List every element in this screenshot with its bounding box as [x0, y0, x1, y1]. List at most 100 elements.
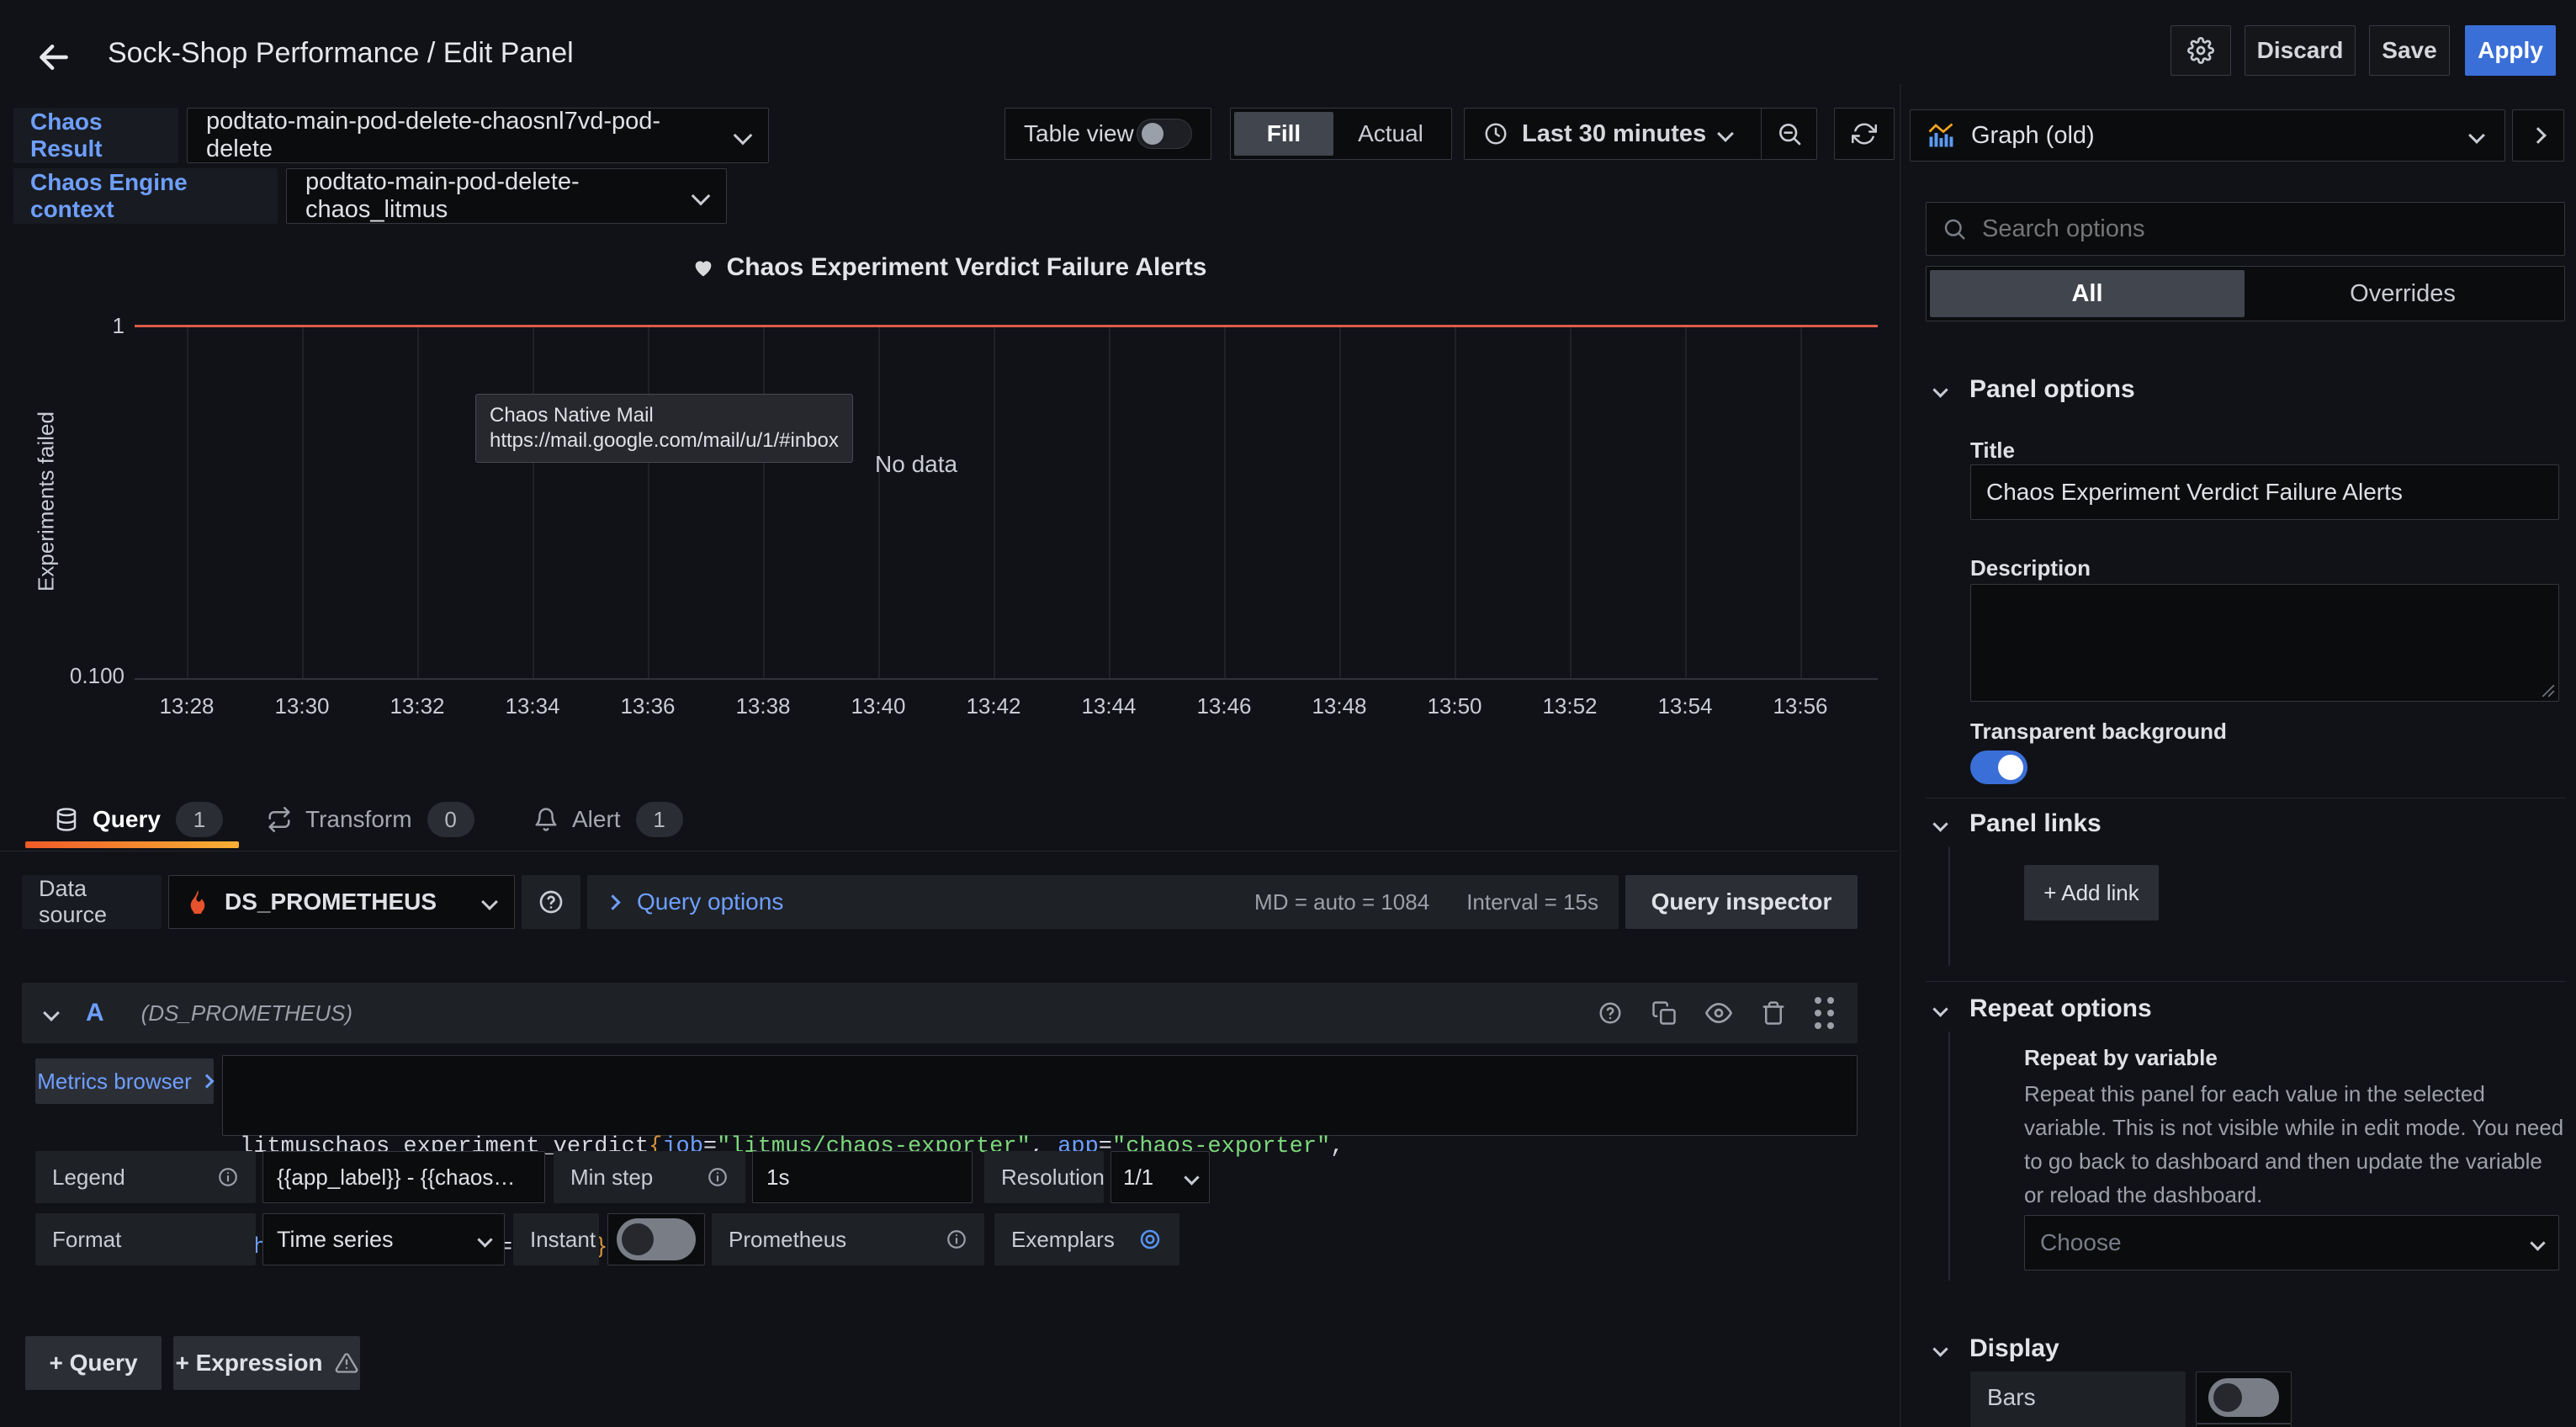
- repeat-variable-placeholder: Choose: [2040, 1229, 2122, 1256]
- tab-overrides[interactable]: Overrides: [2245, 280, 2561, 308]
- panel-settings-button[interactable]: [2171, 25, 2231, 76]
- gridline: [1109, 325, 1110, 678]
- repeat-variable-select[interactable]: Choose: [2024, 1215, 2559, 1271]
- legend-input[interactable]: {{app_label}} - {{chaos…: [262, 1151, 545, 1203]
- x-tick: 13:46: [1174, 693, 1275, 719]
- toggle-viz-picker-button[interactable]: [2512, 109, 2564, 162]
- panel-header[interactable]: Chaos Experiment Verdict Failure Alerts: [0, 249, 1898, 286]
- x-tick: 13:32: [367, 693, 468, 719]
- discard-button[interactable]: Discard: [2245, 25, 2356, 76]
- query-options-link: Query options: [637, 889, 783, 915]
- table-view-toggle[interactable]: [1137, 119, 1192, 149]
- panel-description-textarea[interactable]: [1970, 584, 2559, 702]
- bars-toggle[interactable]: [2208, 1378, 2279, 1417]
- bars-label: Bars: [1970, 1371, 2186, 1424]
- collapse-chevron-icon[interactable]: [43, 1005, 60, 1021]
- resolution-select[interactable]: 1/1: [1110, 1151, 1210, 1203]
- query-options-bar[interactable]: Query options MD = auto = 1084 Interval …: [587, 875, 1619, 929]
- query-help-icon[interactable]: [1598, 1000, 1623, 1026]
- bars-toggle-container: [2196, 1371, 2292, 1424]
- variable-select-chaos-result[interactable]: podtato-main-pod-delete-chaosnl7vd-pod-d…: [187, 108, 769, 163]
- save-button[interactable]: Save: [2369, 25, 2450, 76]
- no-data-text: No data: [875, 451, 957, 478]
- resize-handle-icon[interactable]: [2540, 682, 2555, 698]
- min-step-input[interactable]: 1s: [752, 1151, 973, 1203]
- arrow-left-icon: [35, 39, 72, 76]
- chevron-down-icon: [2530, 1235, 2545, 1250]
- options-search[interactable]: [1926, 202, 2565, 256]
- tab-query[interactable]: Query 1: [54, 796, 223, 843]
- tab-alert[interactable]: Alert 1: [533, 796, 683, 843]
- add-expression-button[interactable]: + Expression: [173, 1336, 360, 1390]
- datasource-help-button[interactable]: [522, 875, 580, 929]
- drag-handle-icon[interactable]: [1815, 997, 1834, 1029]
- legend-field-label: Legend: [35, 1151, 256, 1203]
- description-field-label: Description: [1970, 555, 2091, 581]
- toggle-knob: [2213, 1383, 2242, 1412]
- repeat-description: Repeat this panel for each value in the …: [2024, 1077, 2566, 1212]
- panel-links-section-header[interactable]: Panel links: [1935, 809, 2102, 838]
- apply-button[interactable]: Apply: [2465, 25, 2556, 76]
- display-section-header[interactable]: Display: [1935, 1334, 2059, 1363]
- variable-label-chaos-result: Chaos Result: [13, 108, 178, 163]
- chevron-down-icon: [477, 1232, 492, 1247]
- x-tick: 13:48: [1289, 693, 1390, 719]
- chevron-down-icon: [1932, 1341, 1948, 1356]
- chevron-right-icon: [2530, 127, 2547, 144]
- datasource-value: DS_PROMETHEUS: [225, 889, 437, 915]
- format-select[interactable]: Time series: [262, 1213, 505, 1265]
- prometheus-icon: [184, 889, 211, 915]
- promql-expression-field[interactable]: litmuschaos_experiment_verdict{job="litm…: [222, 1055, 1858, 1136]
- gridline: [302, 325, 304, 678]
- back-button[interactable]: [30, 34, 77, 81]
- page-title: Sock-Shop Performance / Edit Panel: [108, 37, 574, 70]
- panel-options-section-header[interactable]: Panel options: [1935, 375, 2135, 404]
- zoom-out-button[interactable]: [1762, 109, 1817, 159]
- time-range-picker[interactable]: Last 30 minutes: [1464, 108, 1817, 160]
- visualization-select[interactable]: Graph (old): [1910, 109, 2505, 162]
- gridline: [1800, 325, 1802, 678]
- tab-transform[interactable]: Transform 0: [267, 796, 474, 843]
- pane-splitter[interactable]: [1900, 84, 1901, 1427]
- search-input[interactable]: [1980, 215, 2549, 244]
- instant-toggle[interactable]: [617, 1218, 696, 1260]
- gridline: [994, 325, 995, 678]
- fill-option[interactable]: Fill: [1234, 112, 1333, 156]
- gridline: [1570, 325, 1572, 678]
- variable-select-chaos-engine[interactable]: podtato-main-pod-delete-chaos_litmus: [286, 168, 727, 224]
- label-text: Exemplars: [1011, 1227, 1115, 1253]
- toggle-visibility-icon[interactable]: [1705, 1000, 1732, 1026]
- add-query-button[interactable]: + Query: [25, 1336, 162, 1390]
- chevron-down-icon: [692, 187, 711, 206]
- chart-plot-area[interactable]: No data: [135, 325, 1878, 680]
- label-text: Legend: [52, 1164, 125, 1191]
- variable-value: podtato-main-pod-delete-chaosnl7vd-pod-d…: [206, 108, 723, 163]
- query-inspector-button[interactable]: Query inspector: [1625, 875, 1858, 929]
- panel-title-input[interactable]: [1970, 464, 2559, 520]
- prometheus-type-label: Prometheus: [712, 1213, 984, 1265]
- x-tick: 13:56: [1750, 693, 1851, 719]
- actual-option[interactable]: Actual: [1333, 120, 1448, 147]
- delete-query-icon[interactable]: [1761, 1000, 1786, 1026]
- tab-label: Alert: [572, 806, 621, 833]
- add-link-button[interactable]: + Add link: [2024, 865, 2159, 920]
- tab-count-badge: 1: [176, 802, 223, 837]
- gridline: [648, 325, 649, 678]
- info-icon: [707, 1166, 729, 1188]
- transparent-bg-toggle[interactable]: [1970, 751, 2027, 784]
- instant-label: Instant: [513, 1213, 599, 1265]
- exemplars-capture-icon[interactable]: [1137, 1227, 1163, 1252]
- metrics-browser-button[interactable]: Metrics browser: [35, 1058, 214, 1104]
- duplicate-query-icon[interactable]: [1651, 1000, 1677, 1026]
- datasource-picker[interactable]: DS_PROMETHEUS: [168, 875, 515, 929]
- x-tick: 13:52: [1519, 693, 1620, 719]
- repeat-options-section-header[interactable]: Repeat options: [1935, 995, 2152, 1023]
- tab-all[interactable]: All: [1930, 270, 2245, 317]
- query-row-header[interactable]: A (DS_PROMETHEUS): [22, 983, 1858, 1043]
- toggle-knob: [622, 1223, 654, 1255]
- chevron-down-icon: [734, 126, 753, 146]
- section-indent-guide: [1948, 846, 1950, 966]
- refresh-button[interactable]: [1834, 108, 1895, 160]
- info-icon: [217, 1166, 239, 1188]
- y-tick: 1: [49, 313, 125, 339]
